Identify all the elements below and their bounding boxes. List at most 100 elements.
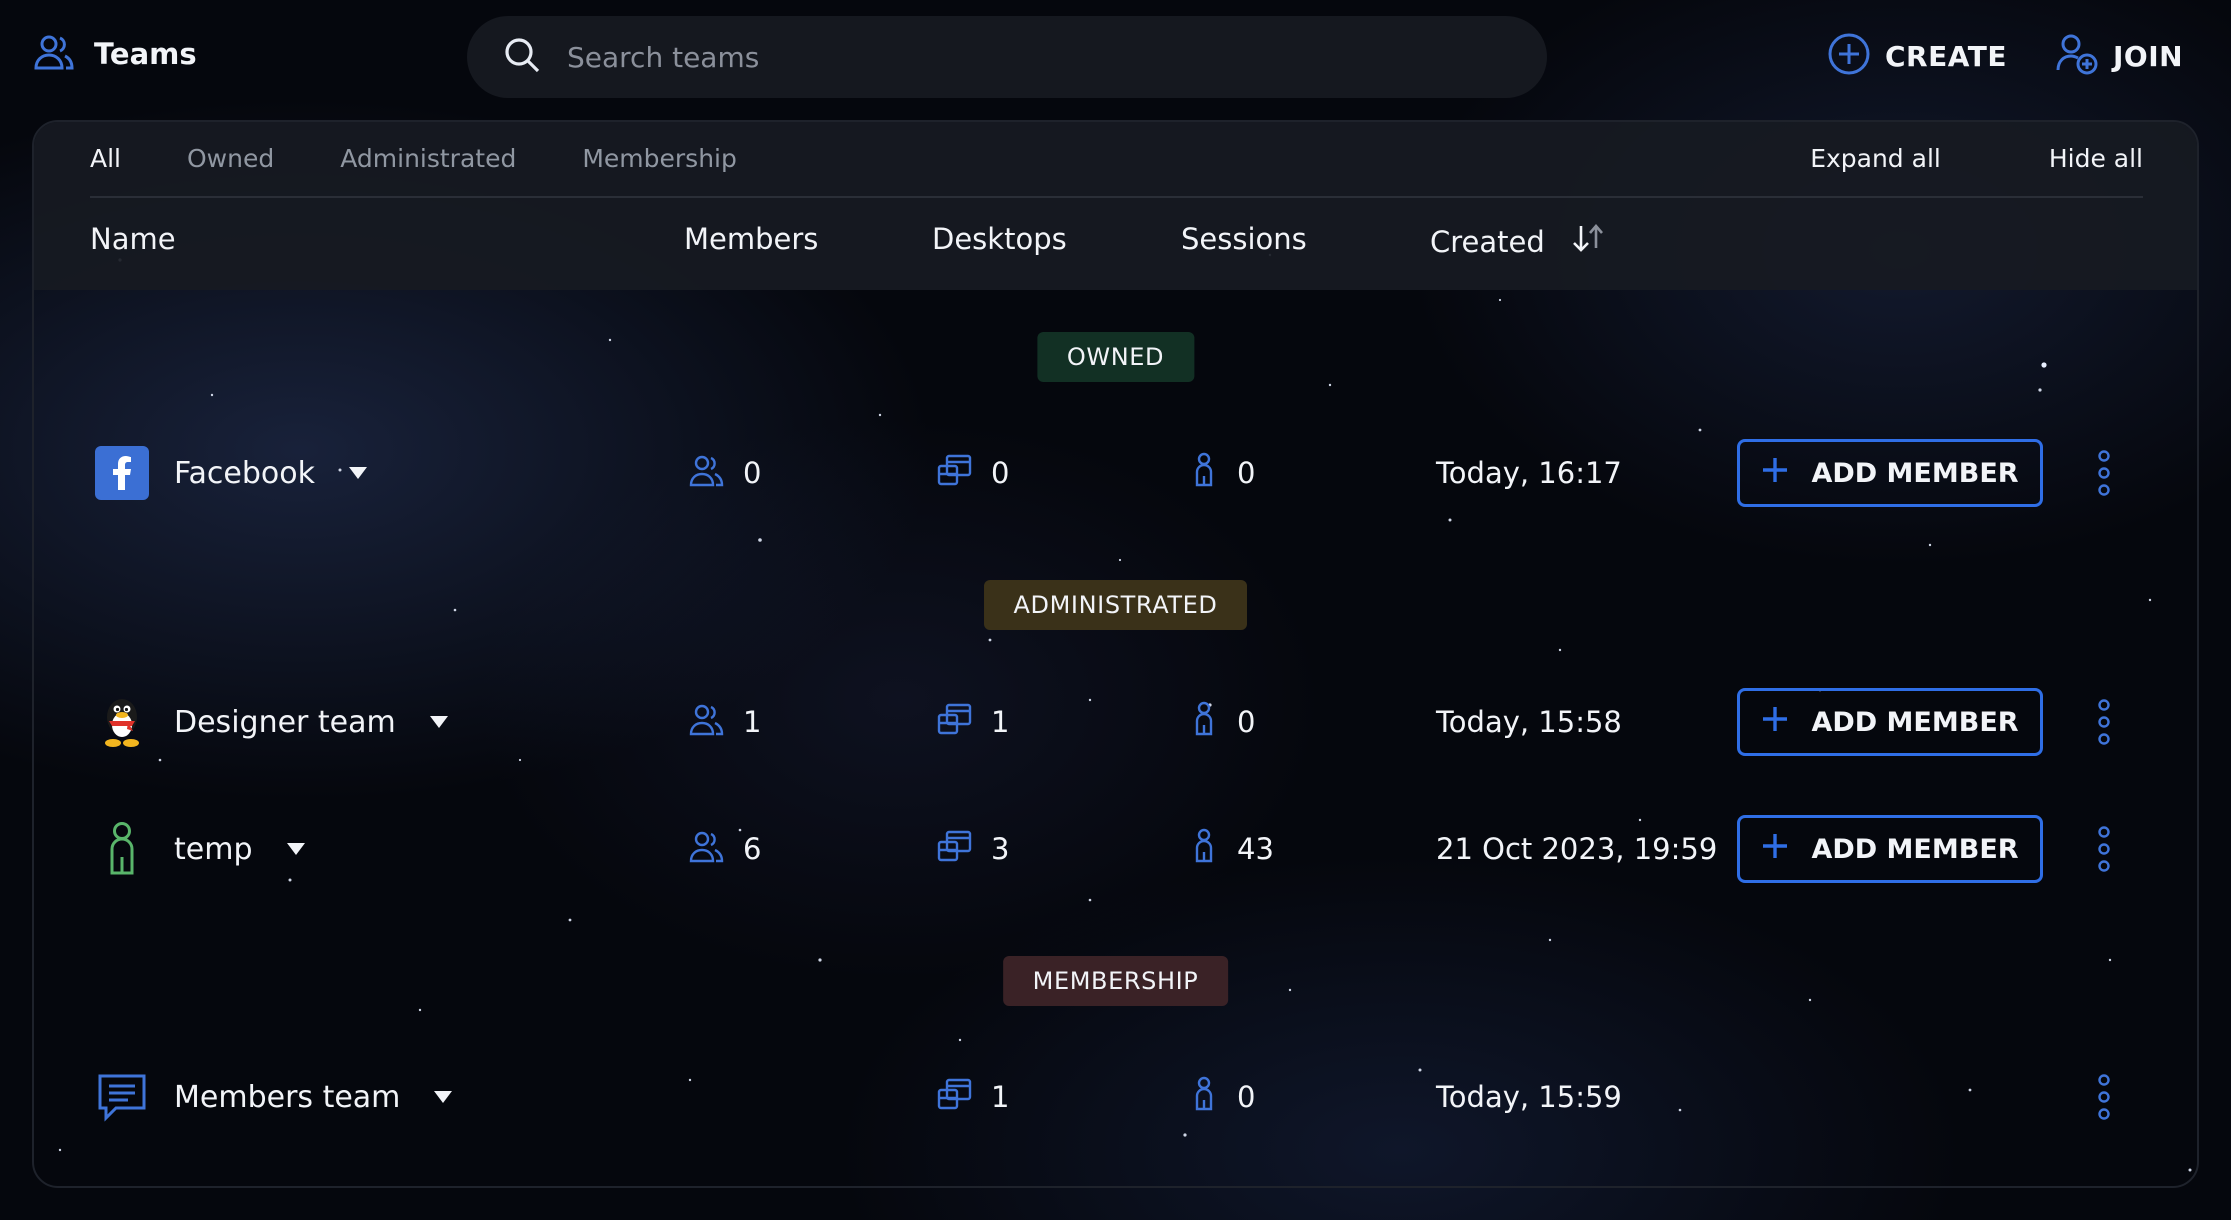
desktops-icon — [937, 1077, 973, 1118]
chat-bubble-icon — [94, 1057, 150, 1137]
team-name: Members team — [174, 1079, 401, 1115]
plus-circle-icon — [1827, 32, 1871, 80]
team-name: temp — [174, 831, 253, 867]
column-name[interactable]: Name — [90, 222, 176, 256]
add-member-button[interactable]: ADD MEMBER — [1737, 439, 2043, 507]
sessions-value: 43 — [1237, 832, 1274, 866]
filter-tabs: All Owned Administrated Membership — [90, 144, 803, 173]
header-divider — [90, 196, 2143, 198]
tab-membership[interactable]: Membership — [582, 144, 737, 173]
created-date: Today, 15:59 — [1436, 1080, 1622, 1114]
expand-caret-icon[interactable] — [347, 465, 369, 481]
person-outline-icon — [94, 809, 150, 889]
teams-panel: All Owned Administrated Membership Expan… — [32, 120, 2199, 1188]
desktops-value: 0 — [991, 456, 1010, 490]
session-user-icon — [1189, 828, 1219, 871]
tab-administrated[interactable]: Administrated — [340, 144, 516, 173]
search-input[interactable] — [567, 40, 1467, 74]
sessions-count: 0 — [1189, 433, 1255, 513]
join-team-icon — [2055, 32, 2099, 80]
plus-icon — [1761, 832, 1789, 867]
more-options-icon[interactable] — [2089, 698, 2119, 746]
add-member-label: ADD MEMBER — [1811, 706, 2019, 738]
members-icon — [689, 453, 725, 494]
desktops-icon — [937, 702, 973, 743]
join-button[interactable]: JOIN — [2055, 32, 2183, 80]
members-icon — [689, 702, 725, 743]
column-created[interactable]: Created — [1430, 222, 1607, 261]
create-label: CREATE — [1885, 39, 2007, 73]
column-members[interactable]: Members — [684, 222, 818, 256]
sort-arrows-icon[interactable] — [1569, 222, 1607, 261]
add-member-button[interactable]: ADD MEMBER — [1737, 688, 2043, 756]
add-member-button[interactable]: ADD MEMBER — [1737, 815, 2043, 883]
team-row[interactable]: Designer team 1 1 0 Today, 15:58 ADD MEM… — [34, 682, 2197, 762]
session-user-icon — [1189, 701, 1219, 744]
team-name-cell: Designer team — [174, 682, 450, 762]
expand-caret-icon[interactable] — [432, 1089, 454, 1105]
column-created-label: Created — [1430, 224, 1545, 259]
team-row[interactable]: temp 6 3 43 21 Oct 2023, 19:59 ADD MEMBE… — [34, 809, 2197, 889]
top-bar: Teams CREATE JOIN — [0, 0, 2231, 110]
join-label: JOIN — [2113, 39, 2184, 73]
sessions-count: 0 — [1189, 682, 1255, 762]
sessions-value: 0 — [1237, 705, 1256, 739]
expand-controls: Expand all Hide all — [1810, 144, 2143, 173]
section-badge-administrated: ADMINISTRATED — [983, 580, 1248, 630]
expand-caret-icon[interactable] — [285, 841, 307, 857]
members-count: 6 — [689, 809, 761, 889]
team-name-cell: Facebook — [174, 433, 369, 513]
created-date: Today, 16:17 — [1436, 456, 1622, 490]
team-name: Facebook — [174, 455, 315, 491]
column-sessions[interactable]: Sessions — [1181, 222, 1307, 256]
session-user-icon — [1189, 1076, 1219, 1119]
column-desktops[interactable]: Desktops — [932, 222, 1067, 256]
tab-owned[interactable]: Owned — [187, 144, 274, 173]
more-options-icon[interactable] — [2089, 1073, 2119, 1121]
teams-icon — [32, 30, 76, 78]
team-name: Designer team — [174, 704, 396, 740]
team-row[interactable]: Facebook 0 0 0 Today, 16:17 ADD MEMBER — [34, 433, 2197, 513]
search-bar[interactable] — [467, 16, 1547, 98]
session-user-icon — [1189, 452, 1219, 495]
section-badge-owned: OWNED — [1036, 332, 1195, 382]
members-count: 1 — [689, 682, 761, 762]
team-name-cell: Members team — [174, 1057, 454, 1137]
sessions-value: 0 — [1237, 1080, 1256, 1114]
desktops-count: 1 — [937, 1057, 1009, 1137]
members-value: 0 — [743, 456, 762, 490]
hide-all-button[interactable]: Hide all — [2049, 144, 2143, 173]
desktops-icon — [937, 829, 973, 870]
members-value: 1 — [743, 705, 762, 739]
brand: Teams — [32, 30, 197, 78]
members-icon — [689, 829, 725, 870]
team-row[interactable]: Members team 1 0 Today, 15:59 — [34, 1057, 2197, 1137]
members-count: 0 — [689, 433, 761, 513]
desktops-count: 1 — [937, 682, 1009, 762]
plus-icon — [1761, 456, 1789, 491]
facebook-logo-icon — [94, 433, 150, 513]
tab-all[interactable]: All — [90, 144, 121, 173]
page-title: Teams — [94, 37, 197, 71]
sessions-count: 0 — [1189, 1057, 1255, 1137]
desktops-count: 0 — [937, 433, 1009, 513]
add-member-label: ADD MEMBER — [1811, 457, 2019, 489]
members-value: 6 — [743, 832, 762, 866]
desktops-value: 3 — [991, 832, 1010, 866]
penguin-logo-icon — [94, 682, 150, 762]
sessions-count: 43 — [1189, 809, 1274, 889]
desktops-icon — [937, 453, 973, 494]
plus-icon — [1761, 705, 1789, 740]
more-options-icon[interactable] — [2089, 449, 2119, 497]
create-button[interactable]: CREATE — [1827, 32, 2007, 80]
desktops-value: 1 — [991, 1080, 1010, 1114]
search-icon — [503, 36, 541, 78]
expand-caret-icon[interactable] — [428, 714, 450, 730]
desktops-count: 3 — [937, 809, 1009, 889]
more-options-icon[interactable] — [2089, 825, 2119, 873]
desktops-value: 1 — [991, 705, 1010, 739]
team-name-cell: temp — [174, 809, 307, 889]
sessions-value: 0 — [1237, 456, 1256, 490]
section-badge-membership: MEMBERSHIP — [1002, 956, 1229, 1006]
expand-all-button[interactable]: Expand all — [1810, 144, 1941, 173]
